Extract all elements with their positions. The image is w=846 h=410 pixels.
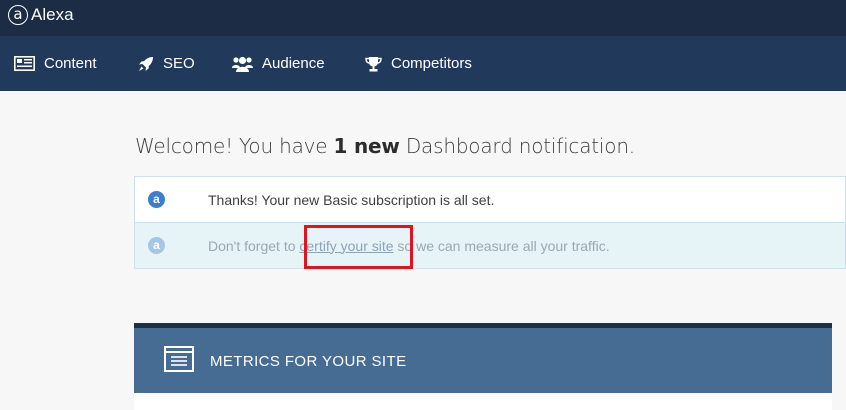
main-nav: Content SEO Audience Competitors: [0, 36, 846, 91]
metrics-panel-header: METRICS FOR YOUR SITE: [134, 323, 832, 393]
notification-item: a Don't forget to certify your site so w…: [134, 222, 846, 269]
nav-competitors[interactable]: Competitors: [365, 36, 472, 91]
notification-text-after: so we can measure all your traffic.: [393, 237, 610, 254]
notification-item: a Thanks! Your new Basic subscription is…: [134, 176, 846, 223]
rocket-icon: [139, 56, 153, 71]
top-bar: a Alexa: [0, 0, 846, 36]
alexa-badge-icon: a: [148, 191, 165, 208]
trophy-icon: [365, 56, 382, 71]
users-icon: [232, 56, 253, 72]
notification-text: Thanks! Your new Basic subscription is a…: [208, 191, 495, 208]
nav-content[interactable]: Content: [14, 36, 97, 91]
nav-audience-label: Audience: [262, 55, 325, 72]
welcome-message: Welcome! You have 1 new Dashboard notifi…: [135, 134, 635, 158]
nav-competitors-label: Competitors: [391, 55, 472, 72]
welcome-prefix: Welcome! You have: [135, 134, 334, 158]
highlight-box: [304, 225, 413, 269]
alexa-logo[interactable]: a Alexa: [8, 5, 74, 25]
notification-text-before: Don't forget to: [208, 237, 300, 254]
nav-seo-label: SEO: [163, 55, 195, 72]
welcome-suffix: Dashboard notification.: [399, 134, 635, 158]
notification-count: 1 new: [333, 134, 400, 158]
newspaper-icon: [14, 56, 35, 71]
nav-seo[interactable]: SEO: [138, 36, 195, 91]
metrics-panel-title: METRICS FOR YOUR SITE: [210, 353, 407, 370]
alexa-logo-icon: a: [8, 5, 28, 25]
nav-content-label: Content: [44, 55, 97, 72]
metrics-panel: METRICS FOR YOUR SITE: [134, 323, 832, 410]
alexa-badge-icon: a: [148, 237, 165, 254]
alexa-logo-text: Alexa: [31, 5, 74, 24]
browser-window-icon: [164, 346, 194, 372]
nav-audience[interactable]: Audience: [232, 36, 325, 91]
